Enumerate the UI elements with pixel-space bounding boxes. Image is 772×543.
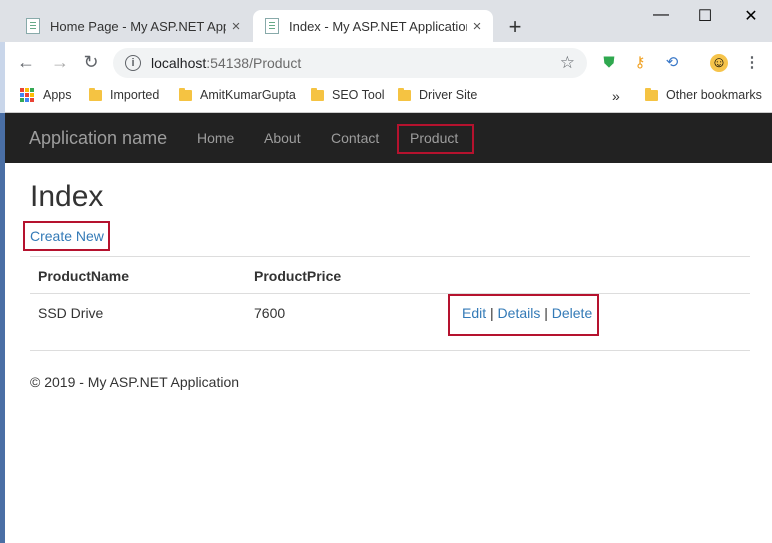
bookmark-star-icon[interactable]: ☆ xyxy=(560,53,575,73)
apps-grid-icon xyxy=(20,88,34,102)
page-title: Index xyxy=(30,180,104,213)
info-icon[interactable]: i xyxy=(125,55,141,71)
column-header-productname: ProductName xyxy=(38,268,130,284)
other-bookmarks[interactable]: Other bookmarks xyxy=(645,87,762,102)
highlight-product xyxy=(397,124,474,154)
new-tab-button[interactable]: + xyxy=(503,14,527,40)
bookmark-label: Other bookmarks xyxy=(666,88,762,102)
maximize-icon[interactable]: ☐ xyxy=(690,6,720,26)
bookmarks-bar: Apps Imported AmitKumarGupta SEO Tool Dr… xyxy=(0,84,772,113)
bookmark-apps[interactable]: Apps xyxy=(20,88,72,102)
close-tab-icon[interactable]: × xyxy=(226,18,246,35)
browser-toolbar: ← → ↻ i localhost:54138/Product ☆ ⛊ ⚷ ⟲ … xyxy=(0,42,772,84)
bookmark-label: Driver Site xyxy=(419,88,478,102)
profile-avatar-icon[interactable]: ☺ xyxy=(710,54,728,72)
bookmark-label: Apps xyxy=(43,88,72,102)
close-window-icon[interactable]: ✕ xyxy=(736,6,766,26)
menu-icon[interactable]: ⋮ xyxy=(743,54,761,72)
cell-product-price: 7600 xyxy=(254,305,286,321)
folder-icon xyxy=(311,87,324,101)
footer-rule xyxy=(30,350,750,351)
footer-text: © 2019 - My ASP.NET Application xyxy=(30,374,240,390)
brand-link[interactable]: Application name xyxy=(29,128,167,149)
minimize-icon[interactable]: — xyxy=(646,6,676,24)
bookmark-label: AmitKumarGupta xyxy=(200,88,296,102)
tab-index[interactable]: Index - My ASP.NET Application × xyxy=(253,10,493,42)
nav-home[interactable]: Home xyxy=(197,130,234,146)
tab-strip: Home Page - My ASP.NET Applic × Index - … xyxy=(0,0,772,42)
folder-icon xyxy=(398,87,411,101)
tab-title: Home Page - My ASP.NET Applic xyxy=(50,18,226,34)
table-header-border xyxy=(30,293,750,294)
url-host: localhost xyxy=(151,55,207,71)
bookmark-amitkumargupta[interactable]: AmitKumarGupta xyxy=(179,87,296,102)
folder-icon xyxy=(89,87,102,101)
highlight-create-new xyxy=(23,221,110,251)
background-window-edge xyxy=(0,113,5,543)
nav-about[interactable]: About xyxy=(264,130,301,146)
forward-icon[interactable]: → xyxy=(48,52,72,73)
site-navbar: Application name Home About Contact Prod… xyxy=(5,113,772,163)
sync-extension-icon[interactable]: ⟲ xyxy=(663,54,681,72)
column-header-productprice: ProductPrice xyxy=(254,268,342,284)
bookmark-driver-site[interactable]: Driver Site xyxy=(398,87,478,102)
highlight-row-actions xyxy=(448,294,599,336)
folder-icon xyxy=(179,87,192,101)
background-window-edge xyxy=(0,42,5,113)
tab-home-page[interactable]: Home Page - My ASP.NET Applic × xyxy=(14,10,252,42)
shield-extension-icon[interactable]: ⛊ xyxy=(600,54,618,72)
bookmark-label: Imported xyxy=(110,88,160,102)
bookmark-seo-tool[interactable]: SEO Tool xyxy=(311,87,385,102)
bookmark-imported[interactable]: Imported xyxy=(89,87,160,102)
url-path: :54138/Product xyxy=(206,55,302,71)
browser-chrome: Home Page - My ASP.NET Applic × Index - … xyxy=(0,0,772,113)
key-extension-icon[interactable]: ⚷ xyxy=(631,54,649,72)
table-top-border xyxy=(30,256,750,257)
close-tab-icon[interactable]: × xyxy=(467,18,487,35)
nav-contact[interactable]: Contact xyxy=(331,130,379,146)
address-bar[interactable]: i localhost:54138/Product ☆ xyxy=(113,48,587,78)
bookmark-label: SEO Tool xyxy=(332,88,385,102)
more-bookmarks-button[interactable]: » xyxy=(612,88,620,104)
page-icon xyxy=(265,18,279,34)
back-icon[interactable]: ← xyxy=(14,52,38,73)
reload-icon[interactable]: ↻ xyxy=(79,52,103,73)
folder-icon xyxy=(645,87,658,101)
tab-title: Index - My ASP.NET Application xyxy=(289,18,467,34)
page-icon xyxy=(26,18,40,34)
cell-product-name: SSD Drive xyxy=(38,305,104,321)
